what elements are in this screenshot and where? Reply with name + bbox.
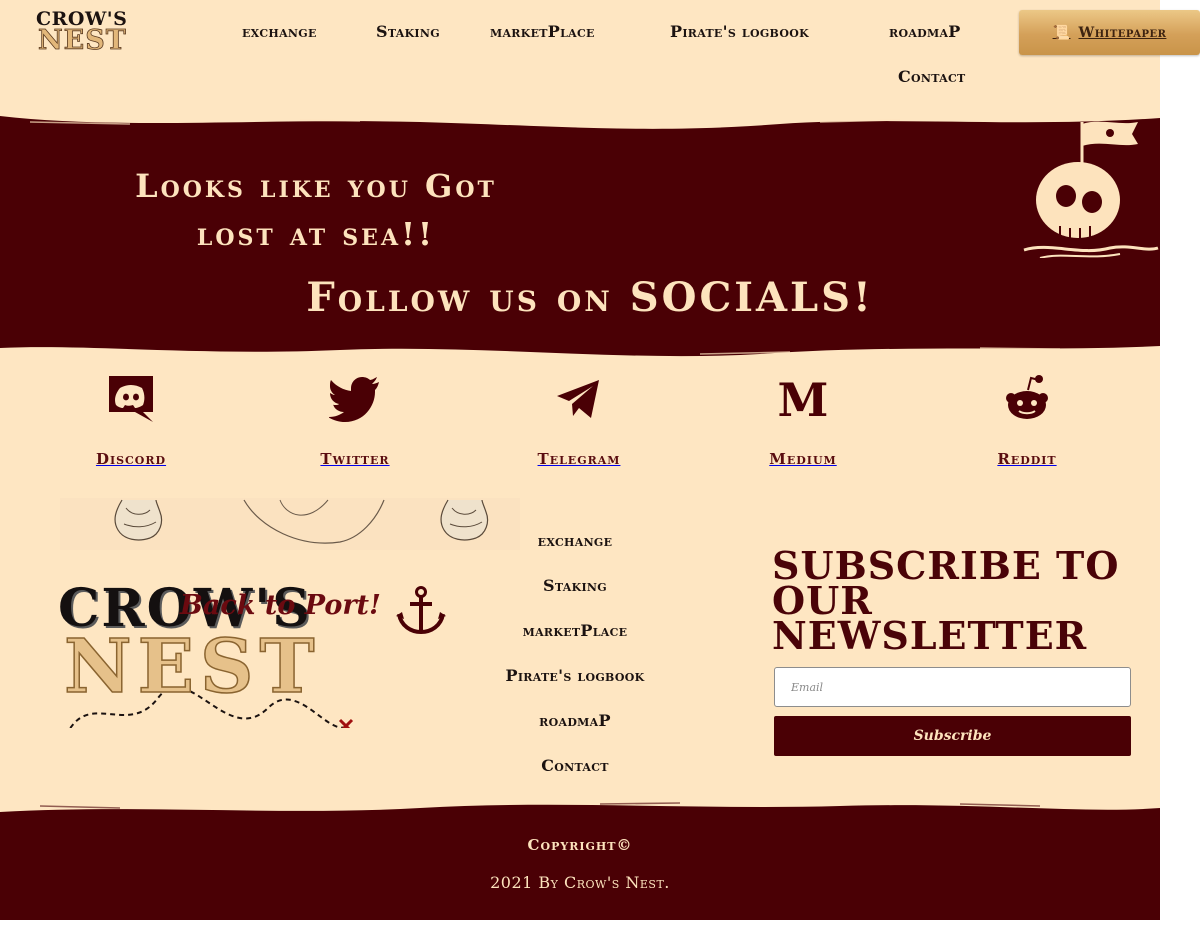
footer-nav-exchange[interactable]: exchange — [460, 531, 690, 550]
follow-socials-heading: Follow us on SOCIALS! — [306, 274, 874, 321]
nav-marketplace[interactable]: marketPlace — [490, 22, 595, 41]
site-logo[interactable]: CROW'S NEST — [34, 8, 134, 57]
footer-nav-contact[interactable]: Contact — [460, 756, 690, 775]
site-header: CROW'S NEST exchange Staking marketPlace… — [0, 0, 1160, 108]
nav-contact[interactable]: Contact — [898, 67, 966, 86]
nav-staking[interactable]: Staking — [376, 22, 440, 41]
nav-exchange[interactable]: exchange — [242, 22, 317, 41]
footer-nav-marketplace[interactable]: marketPlace — [460, 621, 690, 640]
twitter-icon — [329, 377, 379, 422]
back-to-port-label[interactable]: Back to Port! — [180, 590, 381, 621]
social-twitter[interactable]: Twitter — [270, 372, 440, 468]
bones-rope-illustration — [60, 498, 520, 550]
footer-nav-pirates-logbook[interactable]: Pirate's logbook — [460, 666, 690, 685]
social-reddit[interactable]: Reddit — [942, 372, 1112, 468]
footer-logo-line-2: NEST — [63, 623, 321, 711]
page: CROW'S NEST exchange Staking marketPlace… — [0, 0, 1160, 920]
newsletter-title: Subscribe to our Newsletter — [772, 543, 1120, 658]
svg-text:M: M — [778, 373, 829, 424]
newsletter-email-input[interactable] — [774, 667, 1131, 707]
reddit-icon — [1006, 375, 1048, 419]
social-label-medium: Medium — [769, 450, 837, 468]
social-telegram[interactable]: Telegram — [494, 372, 664, 468]
footer-nav-staking[interactable]: Staking — [460, 576, 690, 595]
hero-title: Looks like you Got lost at sea!! — [135, 167, 497, 253]
social-label-telegram: Telegram — [537, 450, 621, 468]
social-discord[interactable]: Discord — [46, 372, 216, 468]
skull-illustration — [1023, 121, 1159, 258]
whitepaper-label: Whitepaper — [1078, 24, 1167, 41]
whitepaper-button[interactable]: 📜 Whitepaper — [1019, 10, 1200, 55]
social-medium[interactable]: M Medium — [718, 372, 888, 468]
telegram-icon — [557, 380, 599, 418]
discord-icon — [109, 376, 153, 422]
social-label-discord: Discord — [95, 450, 167, 468]
social-label-reddit: Reddit — [997, 450, 1057, 468]
subscribe-button[interactable]: Subscribe — [774, 716, 1131, 756]
logo-line-2: NEST — [38, 25, 127, 57]
footer-band — [0, 802, 1160, 920]
nav-roadmap[interactable]: roadmaP — [889, 22, 961, 41]
medium-icon: M — [778, 373, 829, 424]
nav-pirates-logbook[interactable]: Pirate's logbook — [670, 22, 809, 41]
social-label-twitter: Twitter — [320, 450, 390, 468]
footer-nav-roadmap[interactable]: roadmaP — [460, 711, 690, 730]
copyright-byline: 2021 By Crow's Nest. — [490, 873, 670, 892]
copyright-label: Copyright© — [527, 836, 633, 854]
anchor-icon[interactable] — [396, 586, 446, 634]
scroll-icon: 📜 — [1052, 24, 1071, 41]
